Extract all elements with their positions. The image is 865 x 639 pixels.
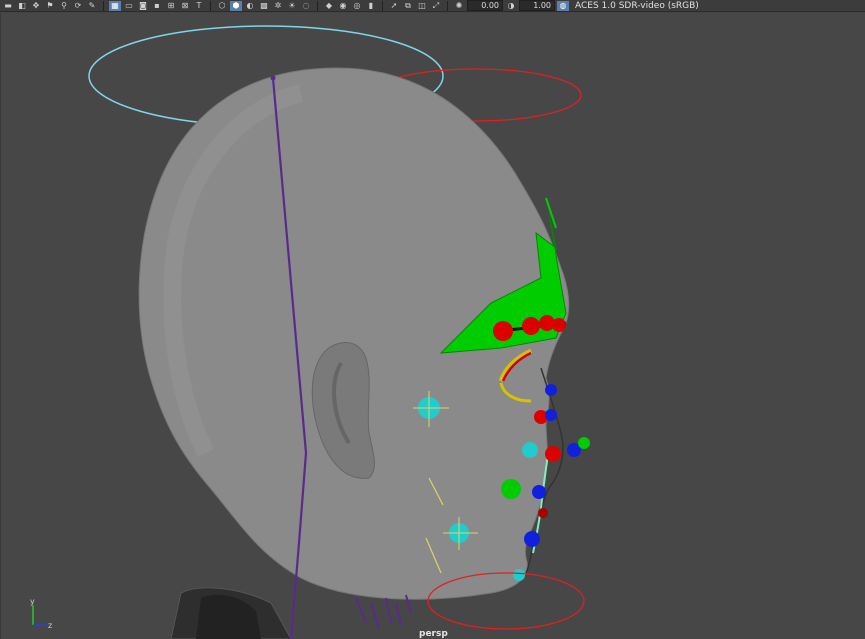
bookmark-icon[interactable]: ⚑ <box>44 1 56 11</box>
lip-ctrl-red[interactable] <box>545 446 561 462</box>
chin-ctrl-blue[interactable] <box>524 531 540 547</box>
resolution-gate-icon[interactable]: ◙ <box>137 1 149 11</box>
pencil-icon[interactable]: ✎ <box>86 1 98 11</box>
lip-ctrl-green[interactable] <box>578 437 590 449</box>
component-icon[interactable]: ⧉ <box>402 1 414 11</box>
brow-ctrl-red-1[interactable] <box>493 321 513 341</box>
gate-mask-icon[interactable]: ▪ <box>151 1 163 11</box>
isolate-icon[interactable]: ◆ <box>323 1 335 11</box>
chin-ctrl-green[interactable] <box>501 479 521 499</box>
wire-on-shaded-icon[interactable]: ◐ <box>244 1 256 11</box>
camera-move-icon[interactable]: ✥ <box>30 1 42 11</box>
toolbar-separator <box>382 0 383 11</box>
backface-icon[interactable]: ▮ <box>365 1 377 11</box>
toolbar-separator <box>103 0 104 11</box>
spine-joint-top[interactable] <box>270 75 276 81</box>
film-gate-icon[interactable]: ▭ <box>123 1 135 11</box>
color-management-icon[interactable]: ◍ <box>557 0 569 11</box>
nose-ctrl-blue-2[interactable] <box>545 409 557 421</box>
lip-ctrl-cyan[interactable] <box>522 442 538 458</box>
camera-icon[interactable]: ▬ <box>2 1 14 11</box>
chin-ctrl-red[interactable] <box>538 508 548 518</box>
lights-icon[interactable]: ✲ <box>272 1 284 11</box>
toolbar-separator <box>317 0 318 11</box>
color-space-label[interactable]: ACES 1.0 SDR-video (sRGB) <box>575 1 699 11</box>
camera-name-label: persp <box>419 629 448 639</box>
maya-viewport-window: ▬ ◧ ✥ ⚑ ⚲ ⟳ ✎ ▦ ▭ ◙ ▪ ⊞ ⊠ T ⬡ ⬢ ◐ ▩ ✲ ☀ … <box>0 0 865 639</box>
smooth-shade-icon[interactable]: ⬢ <box>230 0 242 11</box>
gamma-field[interactable] <box>519 0 555 11</box>
view-axis-gizmo: y z <box>30 597 52 630</box>
neck-joint-cluster[interactable] <box>355 594 412 629</box>
camera-select-icon[interactable]: ◧ <box>16 1 28 11</box>
shadows-icon[interactable]: ☀ <box>286 1 298 11</box>
snap-icon[interactable]: ⚲ <box>58 1 70 11</box>
select-icon[interactable]: ➚ <box>388 1 400 11</box>
toolbar-separator <box>447 0 448 11</box>
xray-icon[interactable]: ◉ <box>337 1 349 11</box>
axis-y-label: y <box>30 597 35 606</box>
gamma-icon[interactable]: ◑ <box>505 1 517 11</box>
xray-joints-icon[interactable]: ◎ <box>351 1 363 11</box>
axis-z-label: z <box>48 621 52 630</box>
lip-ctrl-blue-2[interactable] <box>532 485 546 499</box>
ambient-occlusion-icon[interactable]: ◌ <box>300 1 312 11</box>
pivot-icon[interactable]: ⟳ <box>72 1 84 11</box>
jaw-ctrl-cyan-low[interactable] <box>513 569 525 581</box>
scale-icon[interactable]: ⤢ <box>430 1 442 11</box>
scene-canvas[interactable] <box>1 13 865 639</box>
viewport-toolbar: ▬ ◧ ✥ ⚑ ⚲ ⟳ ✎ ▦ ▭ ◙ ▪ ⊞ ⊠ T ⬡ ⬢ ◐ ▩ ✲ ☀ … <box>0 0 865 12</box>
field-chart-icon[interactable]: ⊞ <box>165 1 177 11</box>
textured-icon[interactable]: ▩ <box>258 1 270 11</box>
exposure-icon[interactable]: ✺ <box>453 1 465 11</box>
toolbar-separator <box>210 0 211 11</box>
perspective-viewport[interactable]: y z persp <box>0 13 865 639</box>
texture-cam-icon[interactable]: ◫ <box>416 1 428 11</box>
safe-title-icon[interactable]: T <box>193 1 205 11</box>
brow-ctrl-red-4[interactable] <box>552 318 566 332</box>
wireframe-icon[interactable]: ⬡ <box>216 1 228 11</box>
brow-ctrl-red-2[interactable] <box>522 317 540 335</box>
nose-ctrl-blue-1[interactable] <box>545 384 557 396</box>
safe-action-icon[interactable]: ⊠ <box>179 1 191 11</box>
exposure-field[interactable] <box>467 0 503 11</box>
grid-icon[interactable]: ▦ <box>109 0 121 11</box>
